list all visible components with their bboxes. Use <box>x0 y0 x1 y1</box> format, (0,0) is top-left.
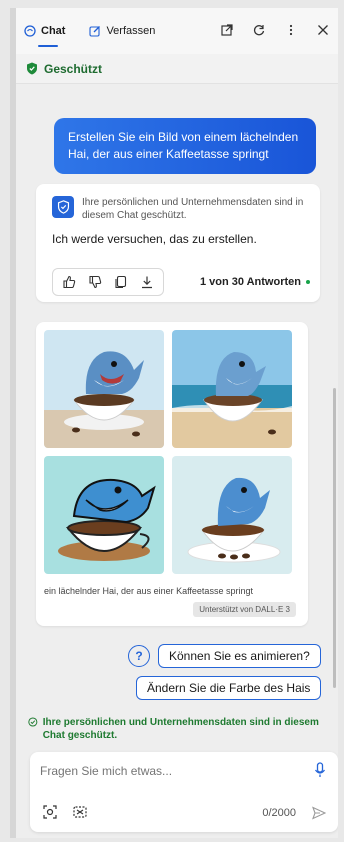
privacy-footer: Ihre persönlichen und Unternehmensdaten … <box>28 716 328 742</box>
answer-counter: 1 von 30 Antworten <box>200 276 310 288</box>
image-result-card: ein lächelnder Hai, der aus einer Kaffee… <box>36 322 308 626</box>
generated-image-4[interactable] <box>172 456 292 574</box>
generated-image-2[interactable] <box>172 330 292 448</box>
suggestion-row-1: ? Können Sie es animieren? <box>128 644 321 668</box>
shield-check-icon <box>28 717 38 727</box>
close-icon[interactable] <box>316 24 330 39</box>
copy-icon[interactable] <box>114 275 128 289</box>
top-bar: Chat Verfassen <box>16 8 338 54</box>
bot-response-card: Ihre persönlichen und Unternehmensdaten … <box>36 184 320 302</box>
microphone-icon[interactable] <box>314 762 326 778</box>
generated-image-1[interactable] <box>44 330 164 448</box>
open-external-icon[interactable] <box>220 23 234 39</box>
header-actions <box>220 23 330 39</box>
thumbs-down-icon[interactable] <box>88 275 102 289</box>
dalle-badge: Unterstützt von DALL·E 3 <box>193 602 296 617</box>
answer-count-text: 1 von 30 Antworten <box>199 276 301 288</box>
status-dot <box>306 280 310 284</box>
protected-banner: Geschützt <box>16 54 338 84</box>
screenshot-icon[interactable] <box>72 804 88 820</box>
suggestion-change-color-button[interactable]: Ändern Sie die Farbe des Hais <box>136 676 322 700</box>
question-icon[interactable]: ? <box>128 645 150 667</box>
feedback-group <box>52 268 164 296</box>
refresh-icon[interactable] <box>252 24 266 39</box>
generated-image-3[interactable] <box>44 456 164 574</box>
more-icon[interactable] <box>284 24 298 39</box>
notice-text: Ihre persönlichen und Unternehmensdaten … <box>82 197 304 221</box>
chat-panel: Chat Verfassen Geschützt Erstellen Sie e… <box>10 8 338 838</box>
composer-tools <box>42 804 88 820</box>
download-icon[interactable] <box>140 275 154 289</box>
privacy-footer-text: Ihre persönlichen und Unternehmensdaten … <box>42 717 319 741</box>
tab-chat-label: Chat <box>41 25 66 37</box>
protected-label: Geschützt <box>44 61 103 76</box>
image-caption: ein lächelnder Hai, der aus einer Kaffee… <box>44 586 253 596</box>
data-protection-notice: Ihre persönlichen und Unternehmensdaten … <box>36 184 320 222</box>
camera-icon[interactable] <box>42 804 58 820</box>
composer: 0/2000 <box>30 752 338 832</box>
chat-input[interactable] <box>40 764 290 778</box>
image-grid <box>44 330 292 574</box>
user-message: Erstellen Sie ein Bild von einem lächeln… <box>54 118 316 174</box>
shield-check-icon <box>52 196 74 218</box>
tab-compose[interactable]: Verfassen <box>89 8 155 54</box>
reaction-bar: 1 von 30 Antworten <box>52 268 310 296</box>
bot-reply: Ich werde versuchen, das zu erstellen. <box>52 232 257 246</box>
compose-icon <box>89 26 101 37</box>
send-icon[interactable] <box>312 806 326 820</box>
thumbs-up-icon[interactable] <box>62 275 76 289</box>
tab-compose-label: Verfassen <box>106 25 156 37</box>
suggestion-animate-button[interactable]: Können Sie es animieren? <box>158 644 321 668</box>
scrollbar[interactable] <box>333 388 336 688</box>
chat-icon <box>24 25 36 37</box>
shield-icon <box>27 62 37 75</box>
char-counter: 0/2000 <box>262 807 296 819</box>
suggestion-row-2: Ändern Sie die Farbe des Hais <box>136 676 322 700</box>
tab-chat[interactable]: Chat <box>24 8 65 54</box>
